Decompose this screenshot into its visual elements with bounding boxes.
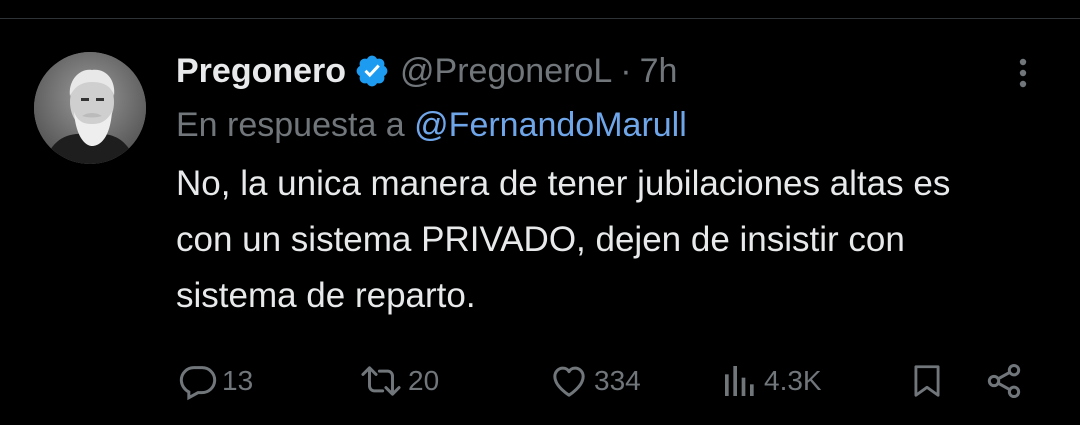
tweet-header: Pregonero @PregoneroL · 7h (176, 46, 1036, 96)
retweet-icon (358, 361, 404, 401)
reply-context: En respuesta a @FernandoMarull (176, 100, 1036, 150)
like-count: 334 (594, 365, 641, 396)
views-button[interactable]: 4.3K (720, 356, 822, 406)
avatar-portrait (34, 52, 146, 164)
display-name[interactable]: Pregonero (176, 52, 346, 91)
verified-badge-icon[interactable] (354, 53, 390, 89)
timestamp[interactable]: 7h (640, 52, 678, 91)
top-divider (0, 18, 1080, 19)
action-bar: 13 20 334 4.3K (0, 356, 1080, 406)
avatar[interactable] (34, 52, 146, 164)
more-vertical-icon[interactable] (1010, 56, 1036, 92)
bookmark-button[interactable] (908, 356, 946, 406)
bookmark-icon (908, 361, 946, 401)
reply-icon (178, 361, 218, 401)
tweet-body: Pregonero @PregoneroL · 7h En respuesta … (176, 46, 1036, 324)
tweet-text: No, la unica manera de tener jubilacione… (176, 164, 951, 315)
heart-icon (548, 361, 590, 401)
reply-prefix: En respuesta a (176, 106, 405, 144)
views-count: 4.3K (764, 365, 822, 396)
like-button[interactable]: 334 (548, 356, 641, 406)
reply-count: 13 (222, 365, 254, 396)
retweet-button[interactable]: 20 (358, 356, 439, 406)
share-button[interactable] (982, 356, 1026, 406)
handle[interactable]: @PregoneroL (400, 52, 612, 91)
separator-dot: · (620, 51, 632, 90)
reply-to-handle-link[interactable]: @FernandoMarull (414, 106, 687, 144)
share-icon (982, 361, 1026, 401)
views-bar-chart-icon (720, 361, 760, 401)
reply-button[interactable]: 13 (178, 356, 253, 406)
retweet-count: 20 (408, 365, 440, 396)
